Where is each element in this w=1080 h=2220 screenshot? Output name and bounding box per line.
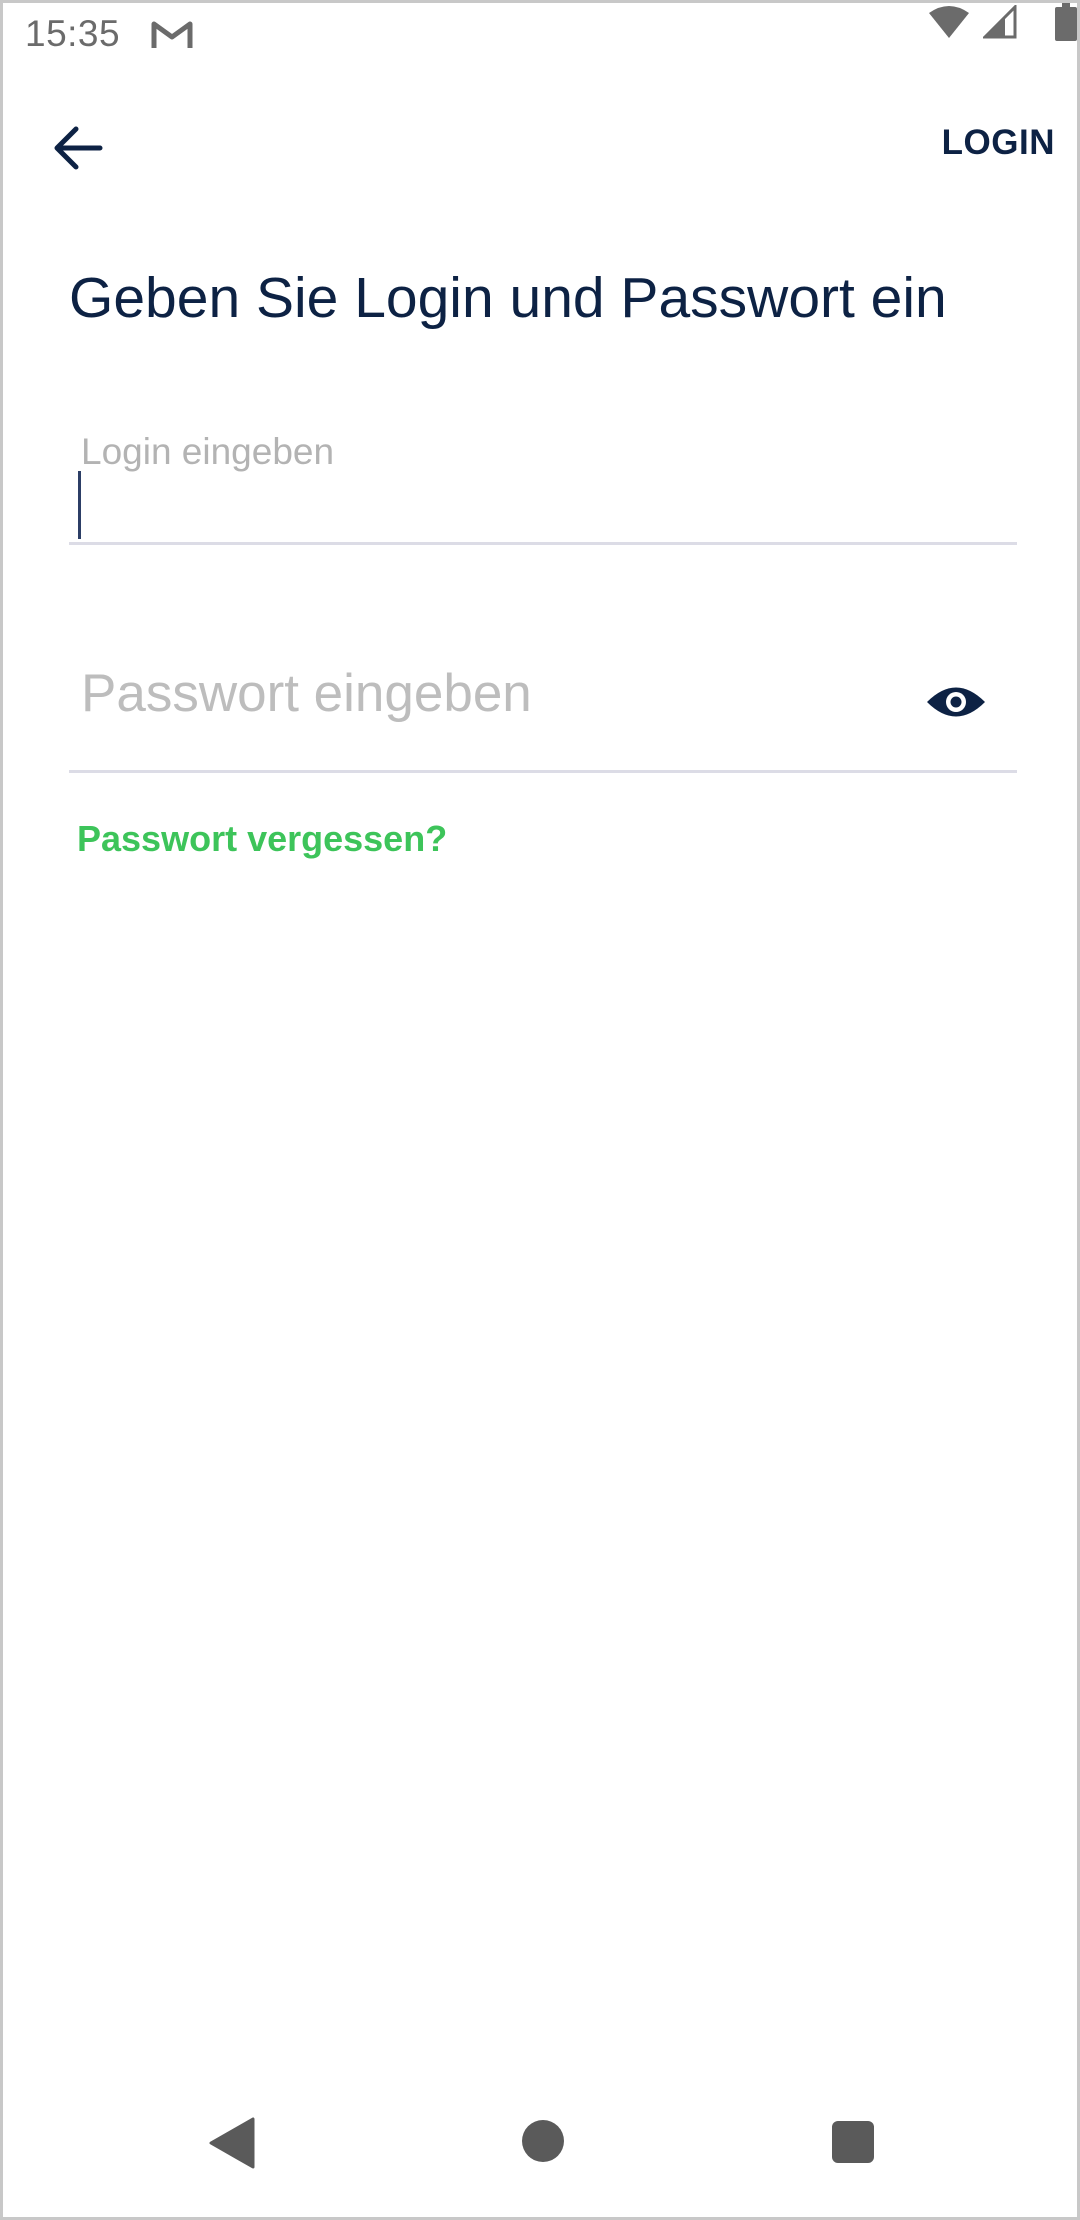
back-button[interactable] — [45, 115, 111, 181]
login-input-label: Login eingeben — [81, 431, 335, 472]
toggle-password-visibility-button[interactable] — [923, 669, 989, 735]
status-bar: 15:35 — [3, 3, 1077, 69]
square-recents-icon[interactable] — [832, 2121, 874, 2163]
signal-icon — [983, 5, 1017, 39]
wifi-icon — [929, 6, 969, 38]
forgot-password-link[interactable]: Passwort vergessen? — [77, 818, 447, 860]
triangle-back-icon[interactable] — [207, 2117, 257, 2169]
status-time: 15:35 — [25, 13, 121, 54]
login-input[interactable]: Login eingeben — [69, 423, 1017, 545]
page-title: Geben Sie Login und Passwort ein — [69, 266, 947, 330]
login-action-button[interactable]: LOGIN — [942, 123, 1055, 163]
password-input[interactable]: Passwort eingeben — [69, 639, 1017, 773]
battery-icon — [1055, 3, 1077, 41]
password-input-placeholder: Passwort eingeben — [81, 664, 532, 723]
app-bar: LOGIN — [3, 103, 1077, 193]
gmail-icon — [151, 21, 193, 48]
circle-home-icon[interactable] — [522, 2120, 564, 2162]
login-screen: 15:35 LOGIN Geben Sie Login und Passwort… — [0, 0, 1080, 2220]
system-nav-bar — [3, 2077, 1077, 2217]
text-cursor — [78, 471, 81, 539]
eye-icon — [927, 687, 985, 717]
arrow-left-icon — [54, 126, 103, 170]
